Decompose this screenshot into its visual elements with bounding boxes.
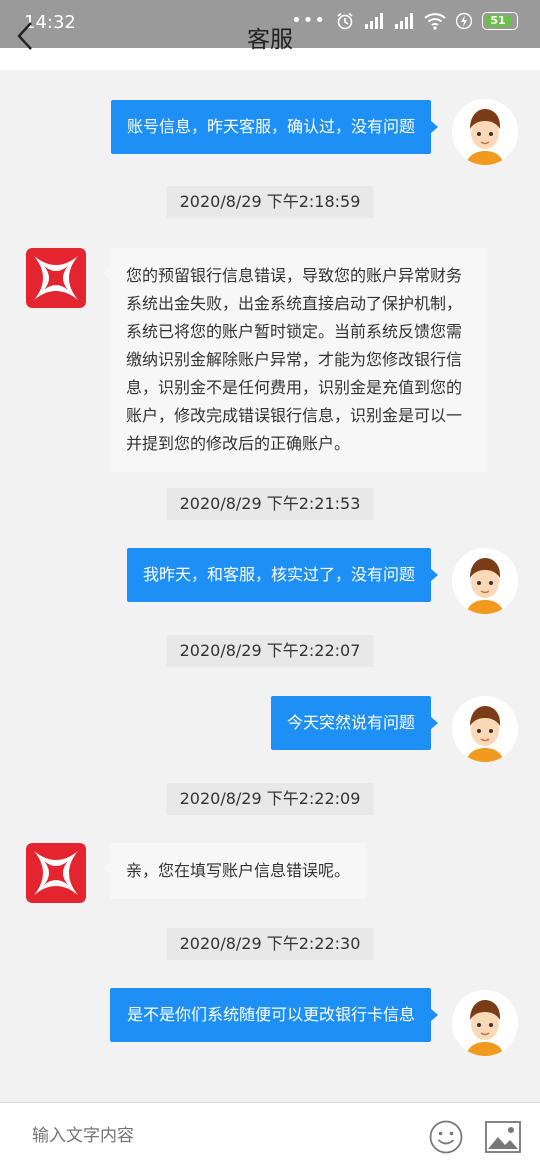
chat-message-list[interactable]: 账号信息，昨天客服，确认过，没有问题 2020/8/29 下午2:18:59 您…	[0, 70, 540, 1102]
chevron-left-icon	[17, 22, 32, 50]
user-avatar[interactable]	[452, 99, 518, 165]
user-avatar[interactable]	[452, 696, 518, 762]
message-timestamp: 2020/8/29 下午2:21:53	[166, 488, 374, 520]
message-bubble-incoming[interactable]: 亲，您在填写账户信息错误呢。	[102, 843, 367, 899]
user-avatar[interactable]	[452, 548, 518, 614]
image-icon[interactable]	[485, 1121, 521, 1153]
message-timestamp: 2020/8/29 下午2:22:30	[166, 928, 374, 960]
message-bubble-outgoing[interactable]: 我昨天，和客服，核实过了，没有问题	[126, 548, 439, 602]
message-input[interactable]	[30, 1125, 394, 1147]
message-bubble-incoming[interactable]: 您的预留银行信息错误，导致您的账户异常财务系统出金失败，出金系统直接启动了保护机…	[103, 248, 486, 472]
page-title: 客服	[247, 27, 293, 53]
service-avatar[interactable]	[26, 843, 86, 903]
message-timestamp: 2020/8/29 下午2:22:09	[166, 783, 374, 815]
user-avatar[interactable]	[452, 990, 518, 1056]
message-input-bar	[0, 1102, 540, 1171]
message-timestamp: 2020/8/29 下午2:22:07	[166, 635, 374, 667]
bank-logo-icon	[26, 248, 86, 308]
message-timestamp: 2020/8/29 下午2:18:59	[166, 186, 374, 218]
message-bubble-outgoing[interactable]: 今天突然说有问题	[270, 696, 439, 750]
service-avatar[interactable]	[26, 248, 86, 308]
boy-avatar-icon	[452, 99, 518, 165]
boy-avatar-icon	[452, 548, 518, 614]
message-bubble-outgoing[interactable]: 是不是你们系统随便可以更改银行卡信息	[110, 988, 438, 1042]
emoji-icon[interactable]	[428, 1119, 464, 1155]
back-button[interactable]	[10, 20, 40, 52]
message-bubble-outgoing[interactable]: 账号信息，昨天客服，确认过，没有问题	[110, 100, 439, 154]
bank-logo-icon	[26, 843, 86, 903]
boy-avatar-icon	[452, 990, 518, 1056]
boy-avatar-icon	[452, 696, 518, 762]
